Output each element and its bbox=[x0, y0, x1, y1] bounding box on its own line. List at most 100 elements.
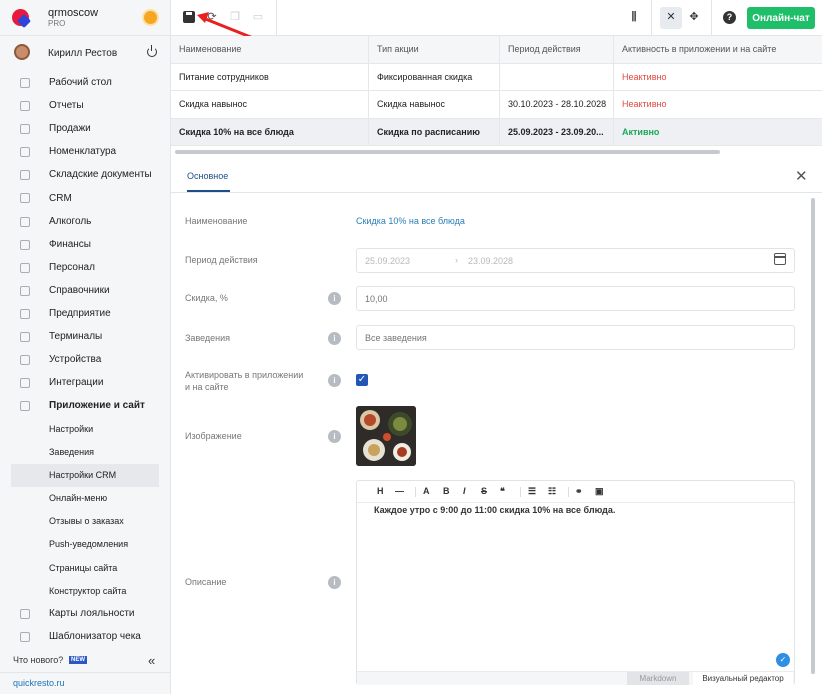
venues-select[interactable] bbox=[356, 325, 795, 350]
status-cell: Активно bbox=[622, 126, 660, 137]
info-icon[interactable]: i bbox=[328, 374, 341, 387]
info-icon[interactable]: i bbox=[328, 332, 341, 345]
sidebar-item-dashboard[interactable]: Рабочий стол bbox=[0, 71, 171, 94]
sidebar-item-finance[interactable]: Финансы bbox=[0, 233, 171, 256]
table-row-selected[interactable]: Скидка 10% на все блюда Скидка по распис… bbox=[171, 118, 822, 146]
hr-icon[interactable]: — bbox=[395, 486, 404, 496]
sidebar-item-loyalty-cards[interactable]: Карты лояльности bbox=[0, 602, 171, 625]
description-label: Описание bbox=[185, 577, 227, 587]
sidebar-subitem-push[interactable]: Push-уведомления bbox=[0, 533, 171, 556]
sidebar-item-label: Приложение и сайт bbox=[49, 400, 145, 412]
strike-icon[interactable]: S bbox=[481, 486, 487, 496]
tab-visual-editor[interactable]: Визуальный редактор bbox=[693, 672, 793, 685]
sidebar-item-reports[interactable]: Отчеты bbox=[0, 94, 171, 117]
numbered-list-icon[interactable]: ☷ bbox=[548, 486, 556, 497]
activate-checkbox[interactable]: ✓ bbox=[356, 374, 368, 386]
wallet-icon bbox=[20, 239, 30, 250]
column-header[interactable]: Тип акции bbox=[369, 36, 500, 63]
sidebar-subitem-venues[interactable]: Заведения bbox=[0, 441, 171, 464]
tab-main[interactable]: Основное bbox=[187, 171, 228, 181]
info-icon[interactable]: i bbox=[328, 576, 341, 589]
image-icon[interactable]: ▣ bbox=[595, 486, 604, 497]
calendar-icon[interactable] bbox=[774, 253, 786, 265]
power-icon[interactable] bbox=[147, 45, 157, 57]
move-icon[interactable]: ✥ bbox=[688, 11, 700, 23]
theme-sun-icon[interactable] bbox=[144, 11, 157, 24]
sidebar-subitem-site-pages[interactable]: Страницы сайта bbox=[0, 556, 171, 579]
sidebar-item-integrations[interactable]: Интеграции bbox=[0, 371, 171, 394]
sidebar: qrmoscow PRO Кирилл Рестов Рабочий стол … bbox=[0, 0, 171, 694]
scrollbar-thumb[interactable] bbox=[811, 198, 815, 674]
sidebar-item-label: Настройки CRM bbox=[49, 470, 117, 481]
sidebar-item-label: Страницы сайта bbox=[49, 562, 118, 573]
help-icon[interactable]: ? bbox=[723, 11, 736, 24]
chart-icon bbox=[20, 101, 30, 112]
save-icon[interactable] bbox=[183, 11, 195, 23]
date-to[interactable]: 23.09.2028 bbox=[468, 256, 513, 266]
bold-icon[interactable]: B bbox=[443, 486, 450, 496]
sidebar-item-label: Алкоголь bbox=[49, 215, 92, 227]
sidebar-item-alcohol[interactable]: Алкоголь bbox=[0, 210, 171, 233]
sidebar-subitem-settings[interactable]: Настройки bbox=[0, 417, 171, 440]
sidebar-item-devices[interactable]: Устройства bbox=[0, 348, 171, 371]
sidebar-item-nomenclature[interactable]: Номенклатура bbox=[0, 140, 171, 163]
info-icon[interactable]: i bbox=[328, 292, 341, 305]
name-value[interactable]: Скидка 10% на все блюда bbox=[356, 216, 465, 226]
sidebar-nav: Рабочий стол Отчеты Продажи Номенклатура… bbox=[0, 71, 171, 648]
heading-icon[interactable]: H bbox=[377, 486, 384, 496]
sidebar-item-terminals[interactable]: Терминалы bbox=[0, 325, 171, 348]
table-row[interactable]: Скидка навынос Скидка навынос 30.10.2023… bbox=[171, 91, 822, 119]
close-icon[interactable]: ✕ bbox=[795, 167, 808, 185]
sidebar-item-label: Устройства bbox=[49, 354, 102, 366]
editor-content[interactable]: Каждое утро с 9:00 до 11:00 скидка 10% н… bbox=[374, 505, 615, 515]
column-header[interactable]: Наименование bbox=[171, 36, 369, 63]
tab-underline bbox=[187, 190, 230, 192]
sidebar-item-sales[interactable]: Продажи bbox=[0, 117, 171, 140]
period-field[interactable] bbox=[356, 248, 795, 273]
tab-markdown[interactable]: Markdown bbox=[627, 672, 689, 685]
sliders-icon[interactable]: ⫼ bbox=[628, 11, 640, 23]
sidebar-subitem-crm-settings[interactable]: Настройки CRM bbox=[11, 463, 159, 487]
sidebar-item-references[interactable]: Справочники bbox=[0, 279, 171, 302]
sidebar-subitem-order-reviews[interactable]: Отзывы о заказах bbox=[0, 510, 171, 533]
column-header[interactable]: Активность в приложении и на сайте bbox=[614, 36, 822, 63]
activate-label: Активировать в приложении и на сайте bbox=[185, 370, 304, 392]
site-link[interactable]: quickresto.ru bbox=[0, 672, 171, 694]
table-row[interactable]: Питание сотрудников Фиксированная скидка… bbox=[171, 63, 822, 91]
promo-image[interactable] bbox=[356, 406, 416, 466]
table-cell bbox=[500, 63, 614, 90]
venues-label: Заведения bbox=[185, 333, 231, 343]
info-icon[interactable]: i bbox=[328, 430, 341, 443]
online-chat-button[interactable]: Онлайн-чат bbox=[747, 7, 815, 29]
description-editor[interactable]: H — A B I S ❝ ☰ ☷ ⚭ ▣ Каждое утро с 9:00… bbox=[356, 480, 795, 685]
sidebar-item-crm[interactable]: CRM bbox=[0, 186, 171, 209]
bullet-list-icon[interactable]: ☰ bbox=[528, 486, 536, 497]
link-icon[interactable]: ⚭ bbox=[575, 486, 583, 497]
sidebar-item-label: Терминалы bbox=[49, 331, 103, 343]
sidebar-item-enterprise[interactable]: Предприятие bbox=[0, 302, 171, 325]
sidebar-item-warehouse[interactable]: Складские документы bbox=[0, 163, 171, 186]
italic-icon[interactable]: I bbox=[463, 486, 466, 496]
sidebar-item-label: Номенклатура bbox=[49, 146, 117, 158]
sidebar-item-label: Заведения bbox=[49, 447, 95, 458]
brand-header[interactable]: qrmoscow PRO bbox=[0, 0, 171, 36]
sidebar-item-app-site[interactable]: Приложение и сайт bbox=[0, 394, 171, 417]
date-from[interactable]: 25.09.2023 bbox=[365, 256, 410, 266]
column-header[interactable]: Период действия bbox=[500, 36, 614, 63]
scrollbar-thumb[interactable] bbox=[175, 150, 720, 154]
sidebar-item-staff[interactable]: Персонал bbox=[0, 256, 171, 279]
collapse-sidebar-icon[interactable]: « bbox=[148, 653, 155, 668]
sidebar-subitem-site-builder[interactable]: Конструктор сайта bbox=[0, 579, 171, 602]
horizontal-scrollbar[interactable] bbox=[171, 149, 822, 155]
table-header: Наименование Тип акции Период действия А… bbox=[171, 36, 822, 64]
sidebar-subitem-online-menu[interactable]: Онлайн-меню bbox=[0, 487, 171, 510]
avatar[interactable] bbox=[14, 44, 30, 60]
vertical-scrollbar[interactable] bbox=[809, 194, 817, 689]
sidebar-item-label: Настройки bbox=[49, 423, 94, 434]
toolbar-divider bbox=[276, 0, 277, 36]
quote-icon[interactable]: ❝ bbox=[500, 486, 505, 497]
sidebar-item-receipt-templates[interactable]: Шаблонизатор чека bbox=[0, 625, 171, 648]
font-color-icon[interactable]: A bbox=[423, 486, 430, 496]
discount-input[interactable] bbox=[356, 286, 795, 311]
whats-new-link[interactable]: Что нового? bbox=[13, 655, 63, 665]
